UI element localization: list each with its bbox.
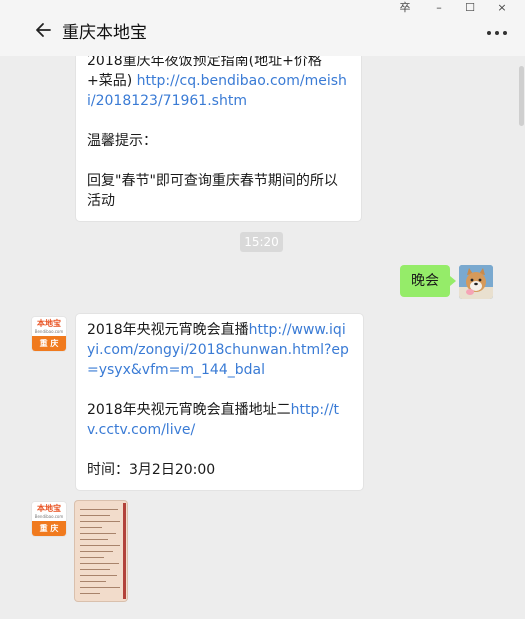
image-message-thumbnail[interactable] <box>75 501 127 601</box>
my-avatar[interactable] <box>459 265 493 299</box>
minimize-button[interactable]: – <box>425 0 453 16</box>
message-bubble[interactable]: 2018年央视元宵晚会直播http://www.iqiyi.com/zongyi… <box>76 314 363 490</box>
dog-avatar-icon <box>459 265 493 299</box>
message-text: 2018年央视元宵晚会直播地址二 <box>87 402 291 418</box>
title-bar: 重庆本地宝 卒 – ☐ × <box>0 0 525 56</box>
scrollbar[interactable] <box>519 56 525 619</box>
avatar-brand: 本地宝 <box>37 319 61 328</box>
scrollbar-thumb[interactable] <box>519 66 524 126</box>
chat-area[interactable]: 2018重庆年夜饭预定指南(地址+价格+菜品) http://cq.bendib… <box>0 56 525 619</box>
tip-body: 回复"春节"即可查询重庆春节期间的所以活动 <box>87 173 338 209</box>
timestamp: 15:20 <box>240 232 283 252</box>
my-message-bubble[interactable]: 晚会 <box>400 265 456 297</box>
avatar-city: 重 庆 <box>39 339 59 348</box>
chat-window: 重庆本地宝 卒 – ☐ × 2018重庆年夜饭预定指南(地址+价格+菜品) ht… <box>0 0 525 619</box>
maximize-button[interactable]: ☐ <box>456 0 484 16</box>
more-options-icon[interactable] <box>484 26 510 40</box>
avatar-city: 重 庆 <box>39 524 59 533</box>
sender-avatar[interactable]: 本地宝 Bendibao.com 重 庆 <box>32 317 66 351</box>
avatar-brand: 本地宝 <box>37 504 61 513</box>
back-arrow-icon[interactable] <box>34 20 54 40</box>
sender-avatar[interactable]: 本地宝 Bendibao.com 重 庆 <box>32 502 66 536</box>
close-button[interactable]: × <box>488 0 516 16</box>
pin-button[interactable]: 卒 <box>391 0 419 16</box>
message-text: 2018年央视元宵晚会直播 <box>87 322 249 338</box>
avatar-brand-sub: Bendibao.com <box>34 329 64 334</box>
chat-title: 重庆本地宝 <box>62 23 147 43</box>
message-bubble[interactable]: 2018重庆年夜饭预定指南(地址+价格+菜品) http://cq.bendib… <box>76 56 361 221</box>
avatar-brand-sub: Bendibao.com <box>34 514 64 519</box>
message-time-line: 时间：3月2日20:00 <box>87 462 216 478</box>
tip-title: 温馨提示： <box>87 133 157 149</box>
